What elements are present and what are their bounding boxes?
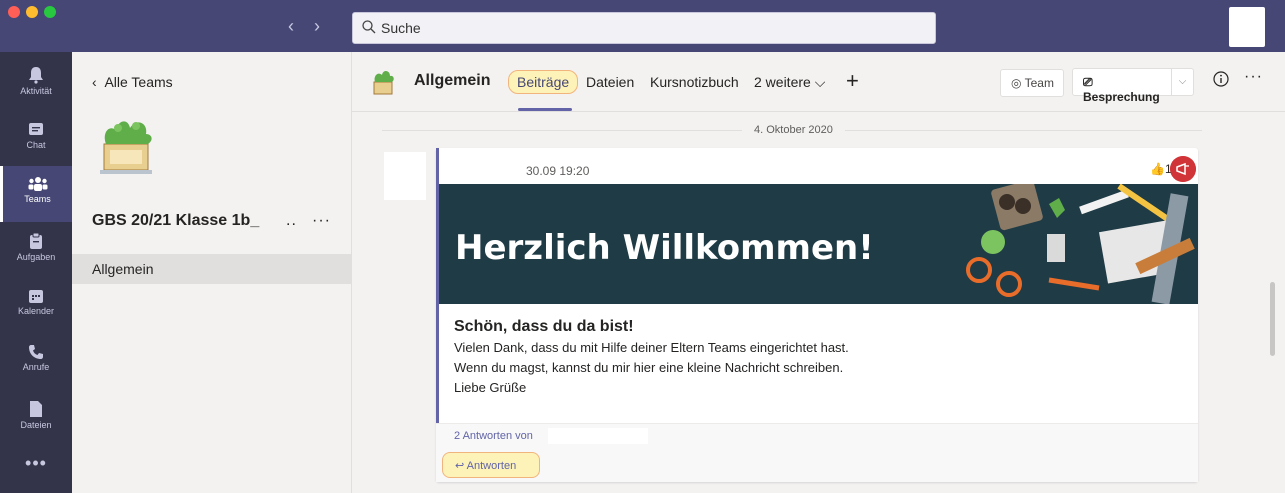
rail-label: Kalender: [17, 306, 55, 316]
search-input[interactable]: Suche: [352, 12, 936, 44]
channel-item-general[interactable]: Allgemein: [72, 254, 351, 284]
add-tab-button[interactable]: +: [846, 68, 859, 94]
all-teams-label: Alle Teams: [104, 74, 173, 90]
minimize-window-button[interactable]: [26, 6, 38, 18]
video-camera-icon: ⎚: [1083, 75, 1093, 89]
reply-button-label: Antworten: [466, 460, 517, 472]
meeting-button[interactable]: ⎚ Besprechung: [1072, 68, 1172, 104]
message-line: Vielen Dank, dass du mit Hilfe deiner El…: [454, 340, 849, 355]
reply-arrow-icon: ↩: [455, 460, 467, 472]
header-more-button[interactable]: ···: [1244, 68, 1263, 86]
rail-label: Dateien: [20, 420, 52, 430]
team-button[interactable]: ◎ Team: [1000, 69, 1064, 97]
rail-item-activity[interactable]: Aktivität: [0, 56, 72, 112]
eye-icon: ◎: [1011, 76, 1025, 90]
close-window-button[interactable]: [8, 6, 20, 18]
rail-item-calendar[interactable]: Kalender: [0, 278, 72, 334]
conversation-feed: 4. Oktober 2020 30.09 19:20 👍1 Herzlich …: [352, 112, 1285, 493]
rail-label: Anrufe: [22, 362, 50, 372]
more-apps-button[interactable]: •••: [0, 453, 72, 474]
rail-item-files[interactable]: Dateien: [0, 390, 72, 446]
rail-label: Aktivität: [20, 86, 52, 96]
message-footer: 2 Antworten von ↩ Antworten: [436, 423, 1198, 482]
author-avatar[interactable]: [384, 152, 426, 200]
channel-header: Allgemein Beiträge Dateien Kursnotizbuch…: [352, 52, 1285, 112]
rail-item-assignments[interactable]: Aufgaben: [0, 222, 72, 278]
back-nav-button[interactable]: ‹: [288, 16, 294, 37]
school-supplies-illustration: [966, 184, 1195, 304]
message-timestamp: 30.09 19:20: [526, 164, 590, 178]
reply-button[interactable]: ↩ Antworten: [442, 452, 540, 478]
channel-title: Allgemein: [414, 72, 491, 89]
rail-label: Aufgaben: [16, 252, 56, 262]
meeting-dropdown-button[interactable]: ⌵: [1172, 68, 1194, 96]
megaphone-icon: [1170, 156, 1196, 182]
profile-avatar[interactable]: [1229, 7, 1265, 47]
announcement-banner: Herzlich Willkommen!: [439, 184, 1198, 304]
message-subtitle: Schön, dass du da bist!: [454, 318, 634, 335]
redacted-names: [548, 428, 648, 444]
team-button-label: Team: [1024, 76, 1054, 90]
message-card: 30.09 19:20 👍1 Herzlich Willkommen! Schö…: [436, 148, 1198, 482]
active-tab-indicator: [518, 108, 572, 111]
file-icon: [30, 401, 42, 417]
channel-icon: [373, 70, 394, 95]
teams-icon: [28, 177, 47, 191]
assignments-icon: [30, 232, 42, 249]
rail-item-calls[interactable]: Anrufe: [0, 334, 72, 390]
team-picture: [100, 121, 152, 174]
replies-link[interactable]: 2 Antworten von: [454, 430, 533, 442]
chat-icon: [29, 123, 43, 135]
app-rail: Aktivität Chat Teams Aufgaben Kalender A…: [0, 52, 72, 493]
calendar-icon: [29, 290, 43, 303]
tab-files[interactable]: Dateien: [586, 74, 634, 90]
reaction-like[interactable]: 👍1: [1150, 162, 1172, 176]
all-teams-link[interactable]: ‹ Alle Teams: [92, 74, 173, 90]
tab-more[interactable]: 2 weitere ⌵: [754, 74, 825, 91]
meeting-button-label: Besprechung: [1083, 90, 1160, 104]
tab-posts[interactable]: Beiträge: [508, 70, 579, 94]
team-name-overflow: ..: [286, 212, 297, 229]
team-name: GBS 20/21 Klasse 1b_: [92, 212, 260, 229]
rail-label: Teams: [24, 194, 51, 204]
tab-class-notebook[interactable]: Kursnotizbuch: [650, 74, 739, 90]
chevron-left-icon: ‹: [92, 74, 105, 90]
date-divider: 4. Oktober 2020: [742, 124, 845, 136]
search-icon: [362, 20, 376, 34]
search-placeholder: Suche: [381, 20, 421, 36]
rail-item-teams[interactable]: Teams: [0, 166, 72, 222]
thumbs-up-icon: 👍: [1150, 162, 1165, 176]
forward-nav-button[interactable]: ›: [314, 16, 320, 37]
chevron-down-icon: ⌵: [1178, 76, 1187, 87]
phone-icon: [29, 345, 43, 359]
title-bar: ‹ › Suche: [0, 0, 1285, 52]
feed-scrollbar[interactable]: [1270, 282, 1275, 356]
info-icon[interactable]: [1212, 70, 1230, 88]
bell-icon: [29, 67, 43, 84]
banner-title: Herzlich Willkommen!: [455, 228, 874, 268]
team-panel: ‹ Alle Teams GBS 20/21 Klasse 1b_ .. ···…: [72, 52, 352, 493]
message-line: Wenn du magst, kannst du mir hier eine k…: [454, 360, 844, 375]
rail-label: Chat: [26, 140, 46, 150]
rail-item-chat[interactable]: Chat: [0, 112, 72, 168]
team-more-button[interactable]: ···: [312, 212, 331, 230]
channel-label: Allgemein: [92, 261, 154, 277]
message-line: Liebe Grüße: [454, 380, 527, 395]
maximize-window-button[interactable]: [44, 6, 56, 18]
